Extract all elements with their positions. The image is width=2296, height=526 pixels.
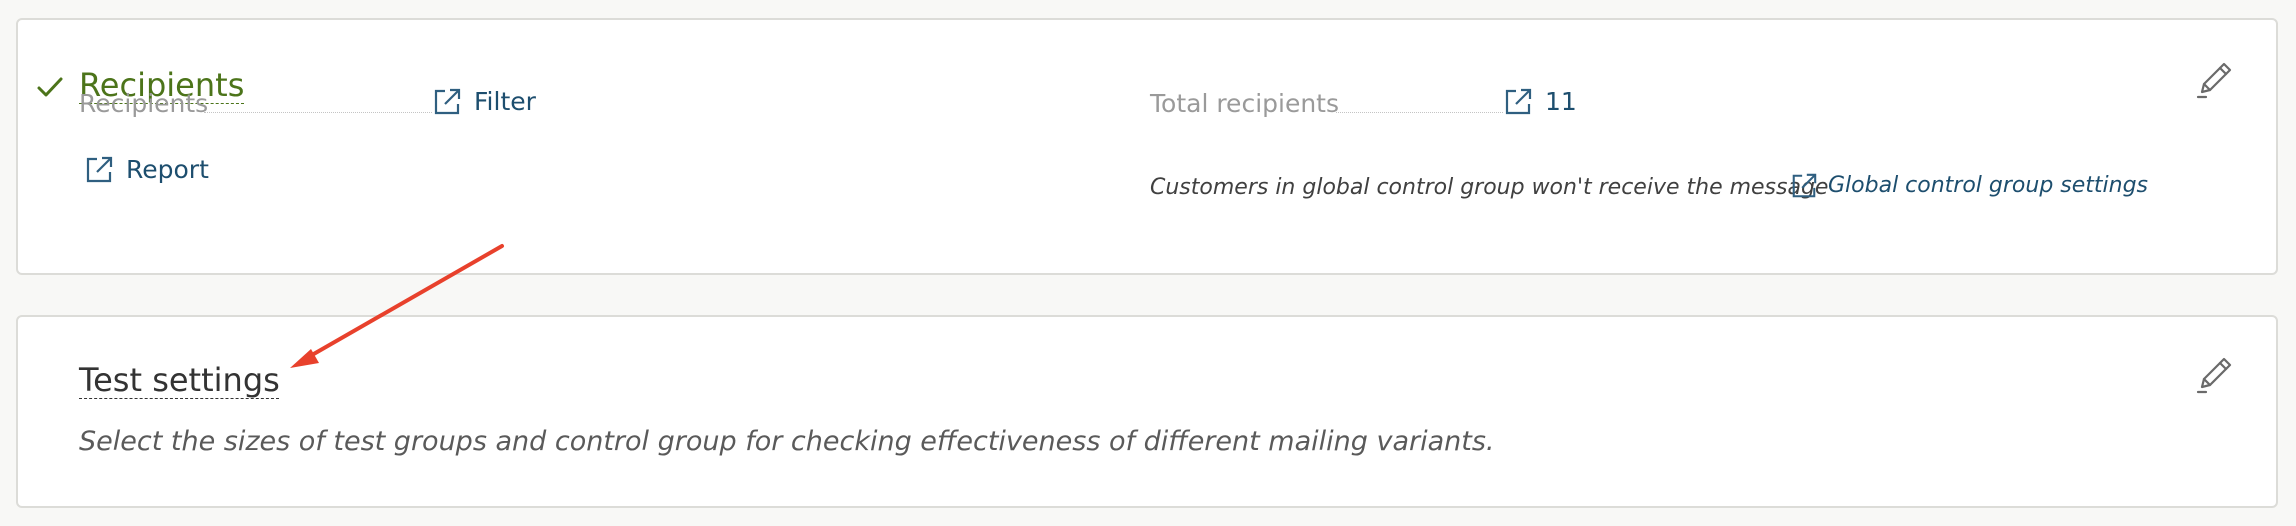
pencil-edit-icon[interactable]	[2194, 355, 2234, 395]
report-link[interactable]: Report	[84, 154, 209, 186]
report-link-label: Report	[126, 155, 209, 184]
filter-link[interactable]: Filter	[432, 86, 536, 118]
control-group-note: Customers in global control group won't …	[1150, 175, 1829, 200]
total-recipients-value: 11	[1545, 87, 1577, 116]
filter-link-label: Filter	[474, 87, 536, 116]
total-recipients-leader	[1336, 112, 1503, 113]
external-link-icon	[86, 156, 113, 183]
external-link-icon	[1792, 173, 1817, 198]
test-settings-title[interactable]: Test settings	[79, 360, 280, 400]
recipients-section: Recipients Recipients Filter Report Tota…	[16, 18, 2278, 275]
external-link-icon	[1505, 88, 1532, 115]
test-settings-section: Test settings Select the sizes of test g…	[16, 315, 2278, 508]
test-settings-description: Select the sizes of test groups and cont…	[79, 426, 1495, 457]
pencil-edit-icon[interactable]	[2194, 60, 2234, 100]
recipients-label: Recipients	[79, 89, 209, 118]
control-group-settings-link[interactable]: Global control group settings	[1790, 171, 2148, 201]
total-recipients-label: Total recipients	[1150, 89, 1340, 118]
external-link-icon	[434, 88, 461, 115]
total-recipients-link[interactable]: 11	[1503, 86, 1577, 118]
recipients-leader	[204, 112, 432, 113]
check-icon	[37, 77, 63, 97]
control-group-settings-label: Global control group settings	[1828, 173, 2149, 198]
